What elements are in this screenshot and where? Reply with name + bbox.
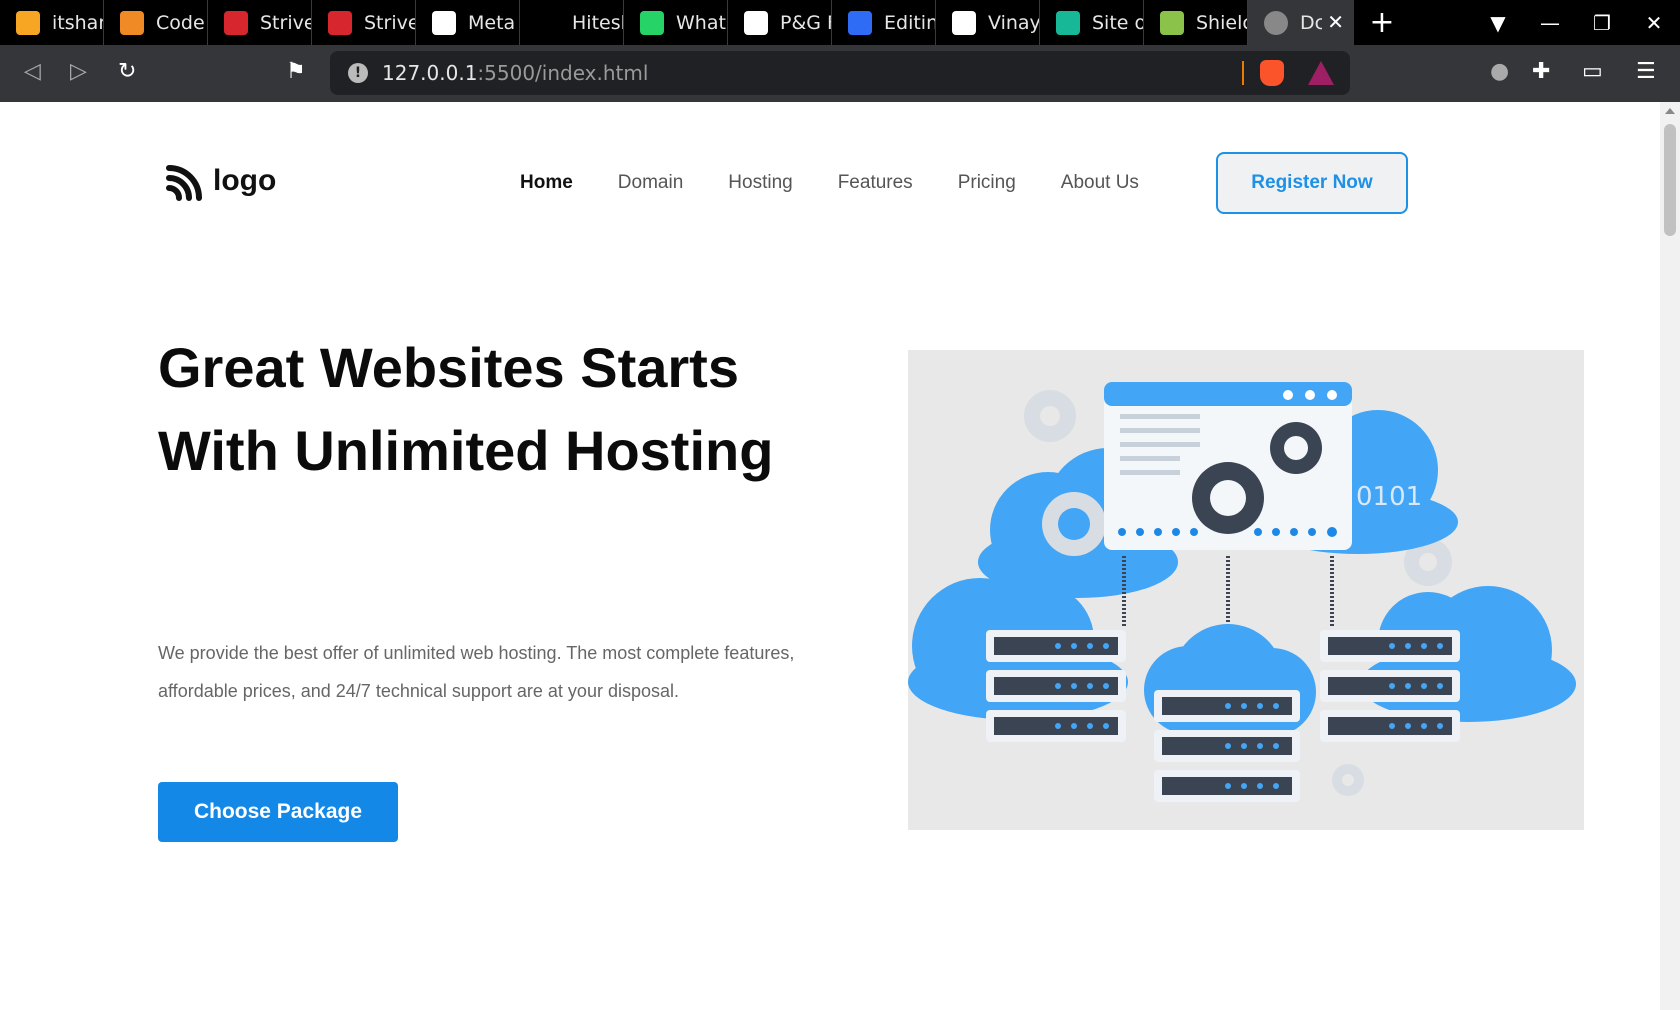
nav-pricing[interactable]: Pricing xyxy=(958,172,1016,194)
tab-favicon-icon xyxy=(1056,10,1080,35)
url-path: :5500/index.html xyxy=(477,61,649,85)
url-text[interactable]: 127.0.0.1:5500/index.html xyxy=(382,61,648,85)
bookmark-icon[interactable]: ⚑ xyxy=(286,59,306,84)
tab-title: itshar xyxy=(52,11,103,34)
tab-favicon-icon xyxy=(16,10,40,35)
browser-tab[interactable]: P&G F xyxy=(728,0,832,45)
brave-shields-icon[interactable] xyxy=(1260,60,1284,86)
puzzle-icon[interactable]: ✚ xyxy=(1532,59,1550,84)
restore-icon[interactable]: ❐ xyxy=(1576,11,1628,35)
wallet-icon[interactable]: ▭ xyxy=(1582,59,1603,84)
tab-favicon-icon xyxy=(640,10,664,35)
tab-favicon-icon xyxy=(744,10,768,35)
menu-icon[interactable]: ☰ xyxy=(1636,59,1656,84)
tab-title: Site o xyxy=(1092,11,1143,34)
hero-description: We provide the best offer of unlimited w… xyxy=(158,643,795,701)
nav-features[interactable]: Features xyxy=(838,172,913,194)
cloud-servers-illustration: 0101 xyxy=(908,382,1576,802)
tab-title: What xyxy=(676,11,726,34)
browser-tab[interactable]: Editin xyxy=(832,0,936,45)
close-window-icon[interactable]: ✕ xyxy=(1628,11,1680,35)
address-bar[interactable]: ! 127.0.0.1:5500/index.html xyxy=(330,51,1350,95)
browser-tab-active[interactable]: Dc ✕ xyxy=(1248,0,1354,45)
tab-favicon-icon xyxy=(224,10,248,35)
server-stack-center xyxy=(1154,690,1300,802)
tab-title: Vinay xyxy=(988,11,1039,34)
binary-text: 0101 xyxy=(1356,482,1422,512)
browser-tab[interactable]: Strive xyxy=(312,0,416,45)
server-stack-right xyxy=(1320,630,1460,742)
forward-icon[interactable]: ▷ xyxy=(70,59,87,84)
nav-about-us[interactable]: About Us xyxy=(1061,172,1139,194)
browser-toolbar: ◁ ▷ ↻ ⚑ ! 127.0.0.1:5500/index.html ● ✚ … xyxy=(0,45,1680,102)
logo-icon xyxy=(166,165,202,201)
hosting-illustration: 0101 xyxy=(908,350,1584,830)
tab-title: Strive xyxy=(364,11,415,34)
register-now-button[interactable]: Register Now xyxy=(1216,152,1408,214)
page-viewport: logo Home Domain Hosting Features Pricin… xyxy=(0,102,1660,1010)
nav-home[interactable]: Home xyxy=(520,172,573,194)
back-icon[interactable]: ◁ xyxy=(24,59,41,84)
brave-rewards-icon[interactable] xyxy=(1308,61,1334,85)
browser-tab[interactable]: Shielc xyxy=(1144,0,1248,45)
tab-favicon-icon xyxy=(432,10,456,35)
hero-title: Great Websites Starts With Unlimited Hos… xyxy=(158,336,774,482)
browser-tab[interactable]: Site o xyxy=(1040,0,1144,45)
tab-search-icon[interactable]: ▼ xyxy=(1472,11,1524,35)
browser-tab[interactable]: Meta xyxy=(416,0,520,45)
tab-favicon-icon xyxy=(1160,10,1184,35)
nav-hosting[interactable]: Hosting xyxy=(728,172,792,194)
site-info-icon[interactable]: ! xyxy=(348,63,368,83)
tab-title: Editin xyxy=(884,11,935,34)
tab-favicon-icon xyxy=(328,10,352,35)
tab-title: Code xyxy=(156,11,205,34)
window-controls: ▼ — ❐ ✕ xyxy=(1472,0,1680,45)
tab-title: Shielc xyxy=(1196,11,1247,34)
tab-list: itshar Code Strive Strive Meta Hitesh Wh… xyxy=(0,0,1248,45)
tab-title: Strive xyxy=(260,11,311,34)
cloud-gear xyxy=(1042,492,1106,556)
tab-favicon-icon xyxy=(536,10,560,35)
browser-window-graphic xyxy=(1104,382,1352,550)
url-divider xyxy=(1242,61,1244,85)
logo-text: logo xyxy=(213,164,277,197)
browser-tab[interactable]: Strive xyxy=(208,0,312,45)
browser-tab[interactable]: Vinay xyxy=(936,0,1040,45)
globe-icon xyxy=(1264,10,1288,35)
tab-title: Meta xyxy=(468,11,516,34)
tab-title: Dc xyxy=(1300,11,1322,34)
page-scrollbar[interactable] xyxy=(1660,102,1680,1010)
reload-icon[interactable]: ↻ xyxy=(118,59,136,84)
tab-strip: itshar Code Strive Strive Meta Hitesh Wh… xyxy=(0,0,1680,45)
tab-title: P&G F xyxy=(780,11,831,34)
browser-tab[interactable]: itshar xyxy=(0,0,104,45)
tab-favicon-icon xyxy=(848,10,872,35)
site-logo[interactable]: logo xyxy=(165,160,276,202)
nav-domain[interactable]: Domain xyxy=(618,172,683,194)
minimize-icon[interactable]: — xyxy=(1524,11,1576,35)
scrollbar-thumb[interactable] xyxy=(1664,124,1676,236)
new-tab-button[interactable]: + xyxy=(1354,0,1410,45)
main-nav: Home Domain Hosting Features Pricing Abo… xyxy=(520,172,1184,194)
extension-icon[interactable]: ● xyxy=(1490,59,1509,84)
tab-title: Hitesh xyxy=(572,11,623,34)
tab-favicon-icon xyxy=(120,10,144,35)
browser-tab[interactable]: What xyxy=(624,0,728,45)
browser-tab[interactable]: Code xyxy=(104,0,208,45)
choose-package-button[interactable]: Choose Package xyxy=(158,782,398,842)
tab-favicon-icon xyxy=(952,10,976,35)
server-stack-left xyxy=(986,630,1126,742)
scroll-up-icon[interactable] xyxy=(1665,108,1675,114)
browser-tab[interactable]: Hitesh xyxy=(520,0,624,45)
url-host: 127.0.0.1 xyxy=(382,61,478,85)
close-tab-icon[interactable]: ✕ xyxy=(1327,10,1344,34)
